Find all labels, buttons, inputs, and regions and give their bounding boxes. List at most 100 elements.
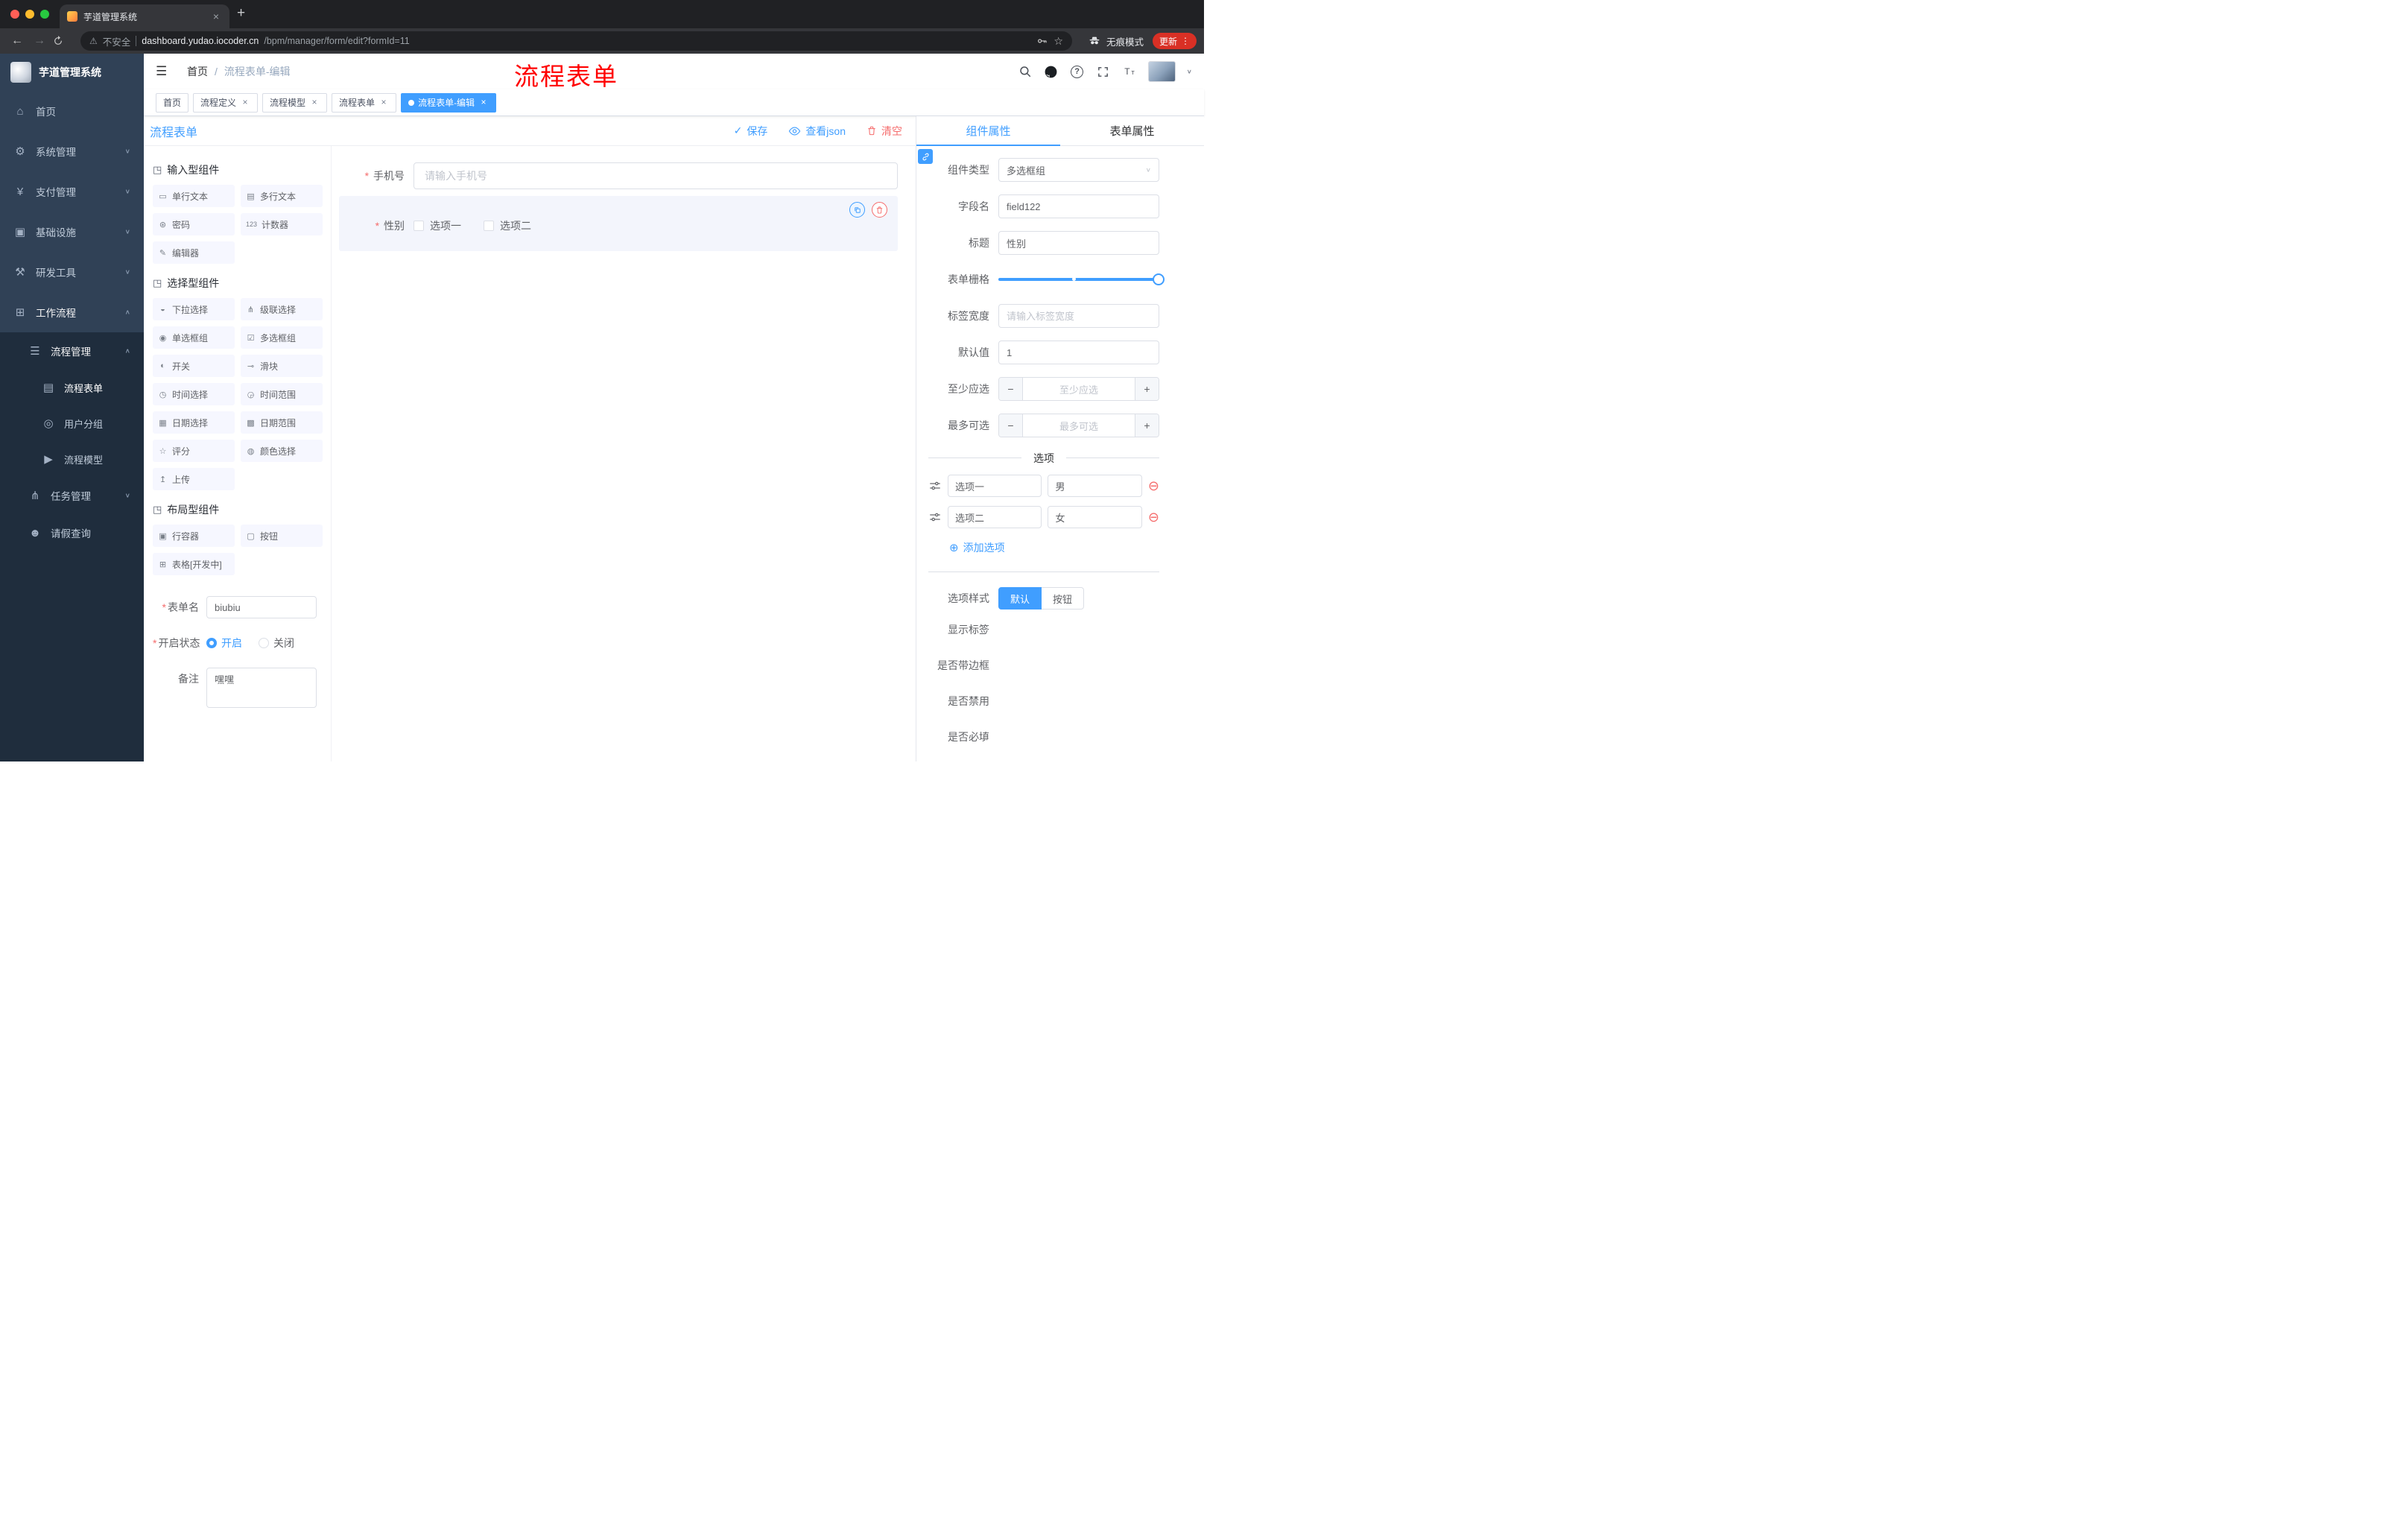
palette-item-date-picker[interactable]: ▦ 日期选择	[153, 411, 235, 434]
sidebar-item-payment[interactable]: ¥ 支付管理 ∨	[0, 171, 144, 212]
tag-process-form[interactable]: 流程表单 ×	[332, 92, 397, 113]
palette-item-checkbox-group[interactable]: ☑ 多选框组	[241, 326, 323, 349]
drag-handle-icon[interactable]	[928, 510, 942, 524]
save-button[interactable]: ✓ 保存	[734, 124, 768, 139]
decrement-button[interactable]: −	[999, 414, 1023, 437]
browser-tab[interactable]: 芋道管理系统 ×	[60, 4, 229, 28]
form-name-input[interactable]	[206, 596, 317, 618]
sidebar-item-task-management[interactable]: ⋔ 任务管理 ∨	[0, 477, 144, 514]
close-window-button[interactable]	[10, 10, 19, 19]
delete-widget-button[interactable]	[872, 202, 887, 218]
add-option-button[interactable]: ⊕ 添加选项	[949, 540, 1159, 555]
palette-item-cascader[interactable]: ⋔ 级联选择	[241, 298, 323, 320]
browser-menu-icon[interactable]: ⋮	[1181, 36, 1190, 46]
sidebar-item-leave-query[interactable]: ☻ 请假查询	[0, 514, 144, 551]
palette-item-button[interactable]: ▢ 按钮	[241, 525, 323, 547]
sidebar-logo[interactable]: 芋道管理系统	[0, 54, 144, 91]
tag-home[interactable]: 首页	[156, 92, 189, 113]
remove-option-icon[interactable]: ⊖	[1148, 479, 1159, 493]
view-json-button[interactable]: 查看json	[788, 124, 846, 139]
sidebar-item-home[interactable]: ⌂ 首页	[0, 91, 144, 131]
bookmark-star-icon[interactable]: ☆	[1054, 35, 1063, 48]
radio-closed[interactable]: 关闭	[259, 632, 294, 654]
palette-item-time-range[interactable]: ◶ 时间范围	[241, 383, 323, 405]
security-label[interactable]: 不安全	[103, 34, 131, 48]
sidebar-item-devtools[interactable]: ⚒ 研发工具 ∨	[0, 252, 144, 292]
remark-textarea[interactable]: 嘿嘿	[206, 668, 317, 708]
sidebar-item-process-management[interactable]: ☰ 流程管理 ∧	[0, 332, 144, 370]
breadcrumb-home[interactable]: 首页	[187, 64, 208, 79]
palette-item-slider[interactable]: ⊸ 滑块	[241, 355, 323, 377]
palette-item-editor[interactable]: ✎ 编辑器	[153, 241, 235, 264]
link-button[interactable]	[918, 149, 933, 164]
back-icon[interactable]: ←	[7, 34, 27, 48]
sidebar-item-system[interactable]: ⚙ 系统管理 ∨	[0, 131, 144, 171]
canvas-field-phone[interactable]: * 手机号	[339, 162, 898, 189]
checkbox-option-2[interactable]: 选项二	[484, 218, 531, 233]
new-tab-button[interactable]: +	[237, 5, 245, 23]
font-size-icon[interactable]: T T	[1122, 64, 1137, 79]
palette-item-date-range[interactable]: ▩ 日期范围	[241, 411, 323, 434]
address-bar[interactable]: ⚠ 不安全 dashboard.yudao.iocoder.cn /bpm/ma…	[80, 31, 1072, 51]
increment-button[interactable]: +	[1135, 414, 1159, 437]
palette-item-color-picker[interactable]: ◍ 颜色选择	[241, 440, 323, 462]
sidebar-item-process-model[interactable]: ▶ 流程模型	[0, 441, 144, 477]
palette-item-counter[interactable]: 123 计数器	[241, 213, 323, 235]
form-canvas[interactable]: * 手机号 请输入手机号 * 性别 选项一 选项二	[332, 146, 916, 762]
palette-item-radio-group[interactable]: ◉ 单选框组	[153, 326, 235, 349]
avatar[interactable]	[1147, 61, 1176, 82]
field-name-input[interactable]	[998, 194, 1159, 218]
sidebar-item-user-group[interactable]: ◎ 用户分组	[0, 405, 144, 441]
sidebar-item-process-form[interactable]: ▤ 流程表单	[0, 370, 144, 405]
zoom-window-button[interactable]	[40, 10, 49, 19]
phone-input[interactable]	[414, 162, 898, 189]
tag-process-definition[interactable]: 流程定义 ×	[193, 92, 259, 113]
copy-widget-button[interactable]	[849, 202, 865, 218]
palette-item-single-line-text[interactable]: ▭ 单行文本	[153, 185, 235, 207]
component-type-select[interactable]: 多选框组 ∨	[998, 158, 1159, 182]
chevron-down-icon[interactable]: ∨	[1187, 69, 1192, 75]
tab-component-props[interactable]: 组件属性	[916, 116, 1060, 146]
palette-item-row-container[interactable]: ▣ 行容器	[153, 525, 235, 547]
help-icon[interactable]: ?	[1070, 64, 1085, 79]
palette-item-rate[interactable]: ☆ 评分	[153, 440, 235, 462]
min-select-placeholder[interactable]: 至少应选	[1023, 378, 1135, 400]
remove-option-icon[interactable]: ⊖	[1148, 510, 1159, 524]
title-input[interactable]	[998, 231, 1159, 255]
palette-item-select[interactable]: ◒ 下拉选择	[153, 298, 235, 320]
palette-item-switch[interactable]: ◐ 开关	[153, 355, 235, 377]
radio-open[interactable]: 开启	[206, 632, 242, 654]
option-value-input[interactable]	[1048, 475, 1142, 497]
option-label-input[interactable]	[948, 506, 1042, 528]
sidebar-item-infrastructure[interactable]: ▣ 基础设施 ∨	[0, 212, 144, 252]
palette-item-upload[interactable]: ↥ 上传	[153, 468, 235, 490]
clear-button[interactable]: 清空	[866, 124, 902, 139]
drag-handle-icon[interactable]	[928, 479, 942, 493]
tag-process-model[interactable]: 流程模型 ×	[262, 92, 328, 113]
option-label-input[interactable]	[948, 475, 1042, 497]
tab-close-icon[interactable]: ×	[210, 10, 222, 22]
sidebar-item-workflow[interactable]: ⊞ 工作流程 ∧	[0, 292, 144, 332]
password-key-icon[interactable]	[1036, 35, 1048, 47]
decrement-button[interactable]: −	[999, 378, 1023, 400]
palette-item-time-picker[interactable]: ◷ 时间选择	[153, 383, 235, 405]
browser-update-button[interactable]: 更新 ⋮	[1152, 33, 1197, 49]
label-width-input[interactable]	[998, 304, 1159, 328]
palette-item-multi-line-text[interactable]: ▤ 多行文本	[241, 185, 323, 207]
tag-close-icon[interactable]: ×	[309, 97, 320, 108]
style-default-button[interactable]: 默认	[998, 587, 1042, 609]
forward-icon[interactable]: →	[30, 34, 49, 48]
max-select-placeholder[interactable]: 最多可选	[1023, 414, 1135, 437]
tag-close-icon[interactable]: ×	[478, 97, 489, 108]
minimize-window-button[interactable]	[25, 10, 34, 19]
style-button-button[interactable]: 按钮	[1042, 587, 1085, 609]
tag-close-icon[interactable]: ×	[240, 97, 250, 108]
grid-slider[interactable]	[998, 267, 1165, 291]
palette-item-password[interactable]: ⊛ 密码	[153, 213, 235, 235]
hamburger-icon[interactable]: ☰	[156, 64, 174, 79]
tab-form-props[interactable]: 表单属性	[1060, 116, 1204, 145]
default-value-input[interactable]	[998, 341, 1159, 364]
checkbox-option-1[interactable]: 选项一	[414, 218, 461, 233]
fullscreen-icon[interactable]	[1096, 64, 1111, 79]
increment-button[interactable]: +	[1135, 378, 1159, 400]
